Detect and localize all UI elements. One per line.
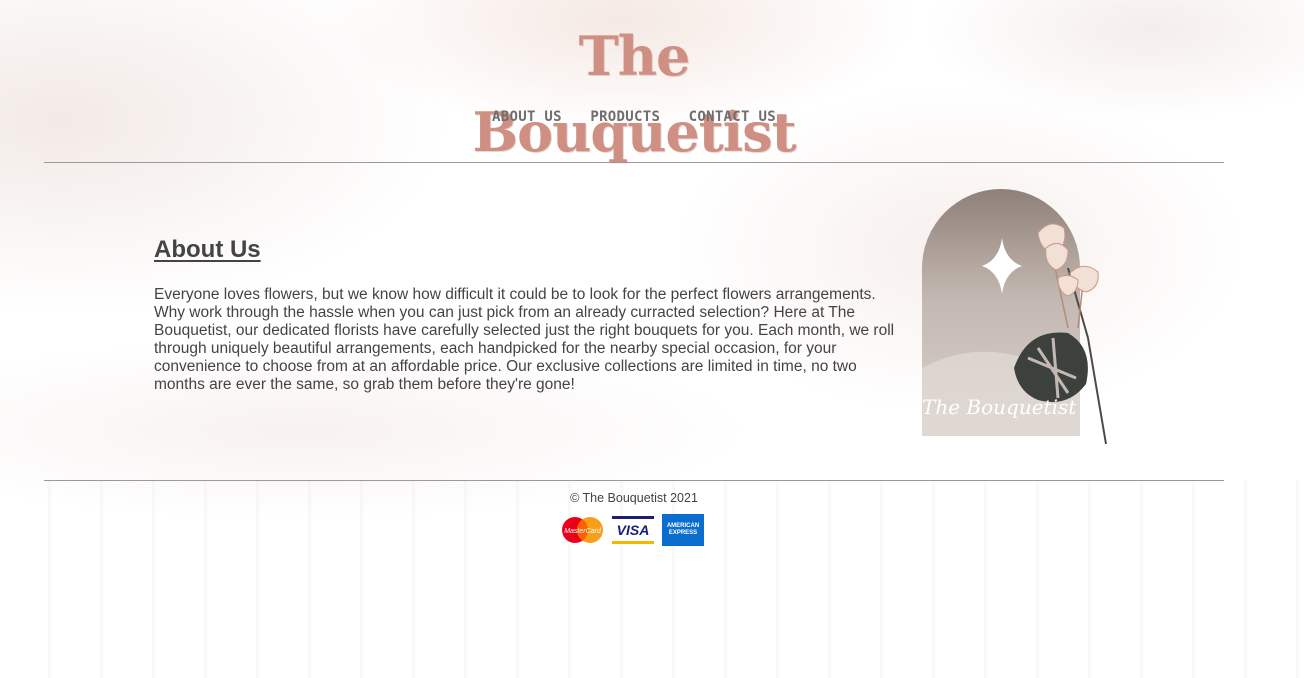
nav-products[interactable]: PRODUCTS bbox=[590, 109, 660, 125]
payment-methods: MasterCard VISA AMERICAN EXPRESS bbox=[561, 514, 704, 546]
bouquet-illustration: The Bouquetist bbox=[922, 189, 1107, 445]
nav-about-us[interactable]: ABOUT US bbox=[492, 109, 562, 125]
copyright-text: © The Bouquetist 2021 bbox=[570, 491, 698, 505]
header-divider bbox=[44, 162, 1224, 163]
visa-icon: VISA bbox=[612, 516, 654, 544]
main-nav: ABOUT US PRODUCTS CONTACT US bbox=[0, 108, 1268, 126]
site-logo[interactable]: The Bouquetist bbox=[454, 18, 814, 164]
mastercard-icon: MasterCard bbox=[562, 517, 603, 543]
amex-icon: AMERICAN EXPRESS bbox=[662, 514, 704, 546]
art-signature: The Bouquetist bbox=[922, 395, 1077, 419]
background-stripes bbox=[0, 480, 1304, 678]
visa-label: VISA bbox=[616, 522, 650, 538]
nav-contact-us[interactable]: CONTACT US bbox=[689, 109, 776, 125]
about-paragraph: Everyone loves flowers, but we know how … bbox=[154, 286, 895, 393]
page-title: About Us bbox=[154, 236, 261, 263]
amex-label: AMERICAN EXPRESS bbox=[666, 523, 700, 536]
footer-divider bbox=[44, 480, 1224, 481]
svg-text:MasterCard: MasterCard bbox=[564, 528, 602, 535]
